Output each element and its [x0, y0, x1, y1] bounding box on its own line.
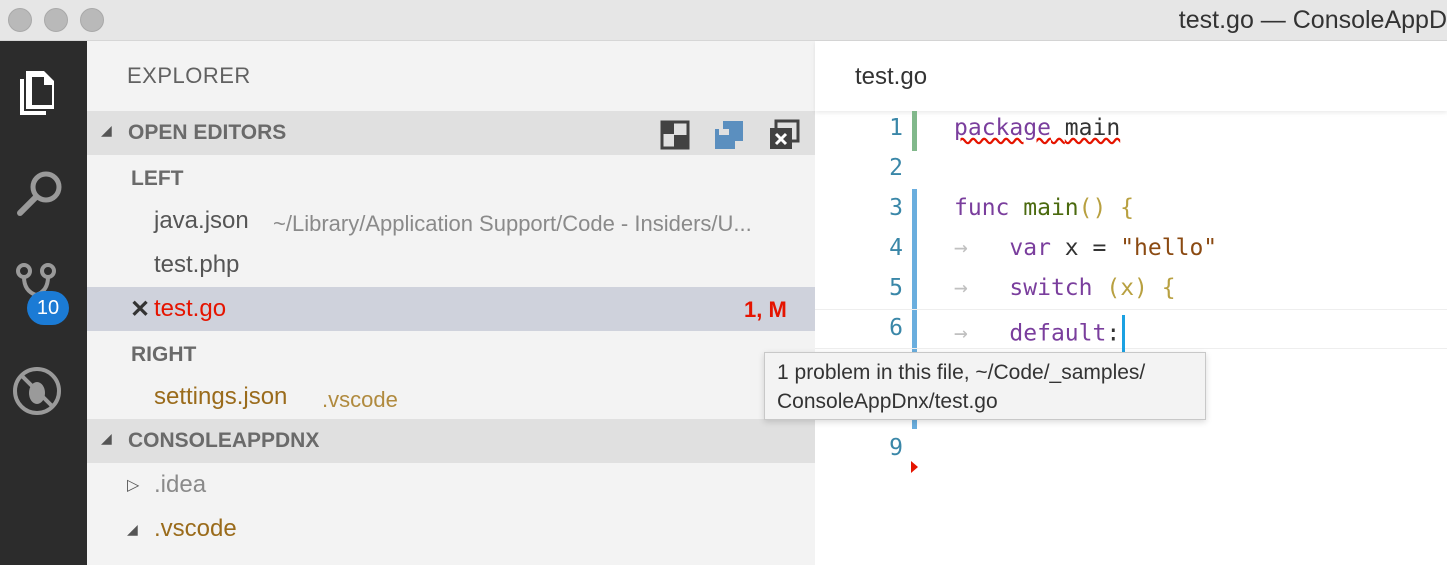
punctuation: () { [1078, 195, 1135, 221]
identifier: main [1064, 115, 1121, 141]
keyword: var [1009, 235, 1051, 261]
keyword: func [954, 195, 1010, 221]
close-window-button[interactable] [8, 8, 32, 32]
line-number: 4 [889, 235, 903, 261]
activity-bar: 10 [0, 41, 87, 565]
text-cursor [1122, 315, 1126, 353]
code-line-3[interactable]: func main() { [954, 195, 1134, 221]
open-editor-item[interactable]: java.json ~/Library/Application Support/… [87, 199, 815, 243]
line-number: 5 [889, 275, 903, 301]
collapse-icon: ◢ [101, 122, 112, 138]
open-editor-item[interactable]: test.php [87, 243, 815, 287]
gutter-added [912, 111, 917, 151]
identifier: x = [1050, 235, 1121, 261]
open-editor-item-active[interactable]: ✕ test.go 1, M [87, 287, 815, 331]
file-name: settings.json [154, 383, 288, 410]
tooltip-line: 1 problem in this file, ~/Code/_samples/ [777, 361, 1146, 384]
folder-name: .vscode [154, 515, 237, 542]
code-line-1[interactable]: package main [954, 115, 1120, 141]
title-bar: test.go — ConsoleAppD [0, 0, 1447, 41]
group-left-label: LEFT [131, 167, 184, 190]
tooltip-line: ConsoleAppDnx/test.go [777, 390, 998, 413]
tab-bar: test.go [815, 41, 1447, 111]
code-line-6[interactable]: → default: [954, 315, 1126, 353]
close-all-icon[interactable] [767, 119, 801, 151]
keyword: default [1009, 320, 1107, 347]
code-line-5[interactable]: → switch (x) { [954, 275, 1176, 301]
scm-count-badge: 10 [27, 291, 69, 325]
tab-test-go[interactable]: test.go [855, 63, 927, 91]
group-right-label: RIGHT [131, 343, 197, 366]
code-line-4[interactable]: → var x = "hello" [954, 235, 1217, 261]
tree-item[interactable]: ▷ .idea [87, 463, 815, 507]
punctuation: : [1106, 320, 1121, 347]
line-number: 3 [889, 195, 903, 221]
split-layout-icon[interactable] [659, 119, 693, 151]
window-title: test.go — ConsoleAppD [1178, 6, 1447, 34]
file-path: .vscode [322, 387, 398, 412]
expand-icon: ▷ [127, 477, 140, 494]
minimize-window-button[interactable] [44, 8, 68, 32]
sidebar-title: EXPLORER [127, 63, 251, 88]
file-name: test.php [154, 251, 240, 278]
folder-header[interactable]: ◢ CONSOLEAPPDNX [87, 419, 815, 463]
open-editors-header[interactable]: ◢ OPEN EDITORS [87, 111, 815, 155]
search-icon[interactable] [12, 163, 72, 223]
editor-area: test.go 1 2 3 4 5 6 7 8 9 package main f… [815, 41, 1447, 565]
string: "hello" [1120, 235, 1218, 261]
problem-status: 1, M [744, 297, 787, 322]
maximize-window-button[interactable] [80, 8, 104, 32]
current-line-highlight [815, 309, 1447, 349]
file-name: java.json [154, 207, 249, 234]
collapse-icon: ◢ [101, 430, 112, 446]
explorer-sidebar: EXPLORER ◢ OPEN EDITORS LEFT java.json ~… [87, 41, 815, 565]
whitespace-arrow: → [954, 275, 968, 301]
collapse-icon: ◢ [127, 521, 138, 537]
punctuation: (x) { [1092, 275, 1176, 301]
file-path: ~/Library/Application Support/Code - Ins… [273, 211, 752, 236]
debug-icon[interactable] [12, 363, 72, 423]
line-number: 1 [889, 115, 903, 141]
gutter-deleted-marker [911, 461, 918, 473]
keyword: switch [1009, 275, 1093, 301]
open-editor-item[interactable]: settings.json .vscode [87, 375, 815, 419]
folder-name: .idea [154, 471, 207, 498]
close-editor-icon[interactable]: ✕ [130, 295, 150, 324]
line-number: 9 [889, 435, 903, 461]
open-editors-label: OPEN EDITORS [128, 121, 287, 144]
save-all-icon[interactable] [713, 119, 747, 151]
line-number: 2 [889, 155, 903, 181]
keyword: package [954, 115, 1051, 141]
function-name: main [1023, 195, 1079, 221]
tree-item[interactable]: ◢ .vscode [87, 507, 815, 551]
whitespace-arrow: → [954, 320, 968, 347]
folder-label: CONSOLEAPPDNX [128, 429, 320, 452]
file-name: test.go [154, 295, 227, 322]
explorer-icon[interactable] [12, 63, 72, 123]
problem-tooltip: 1 problem in this file, ~/Code/_samples/… [764, 352, 1206, 420]
whitespace-arrow: → [954, 235, 968, 261]
